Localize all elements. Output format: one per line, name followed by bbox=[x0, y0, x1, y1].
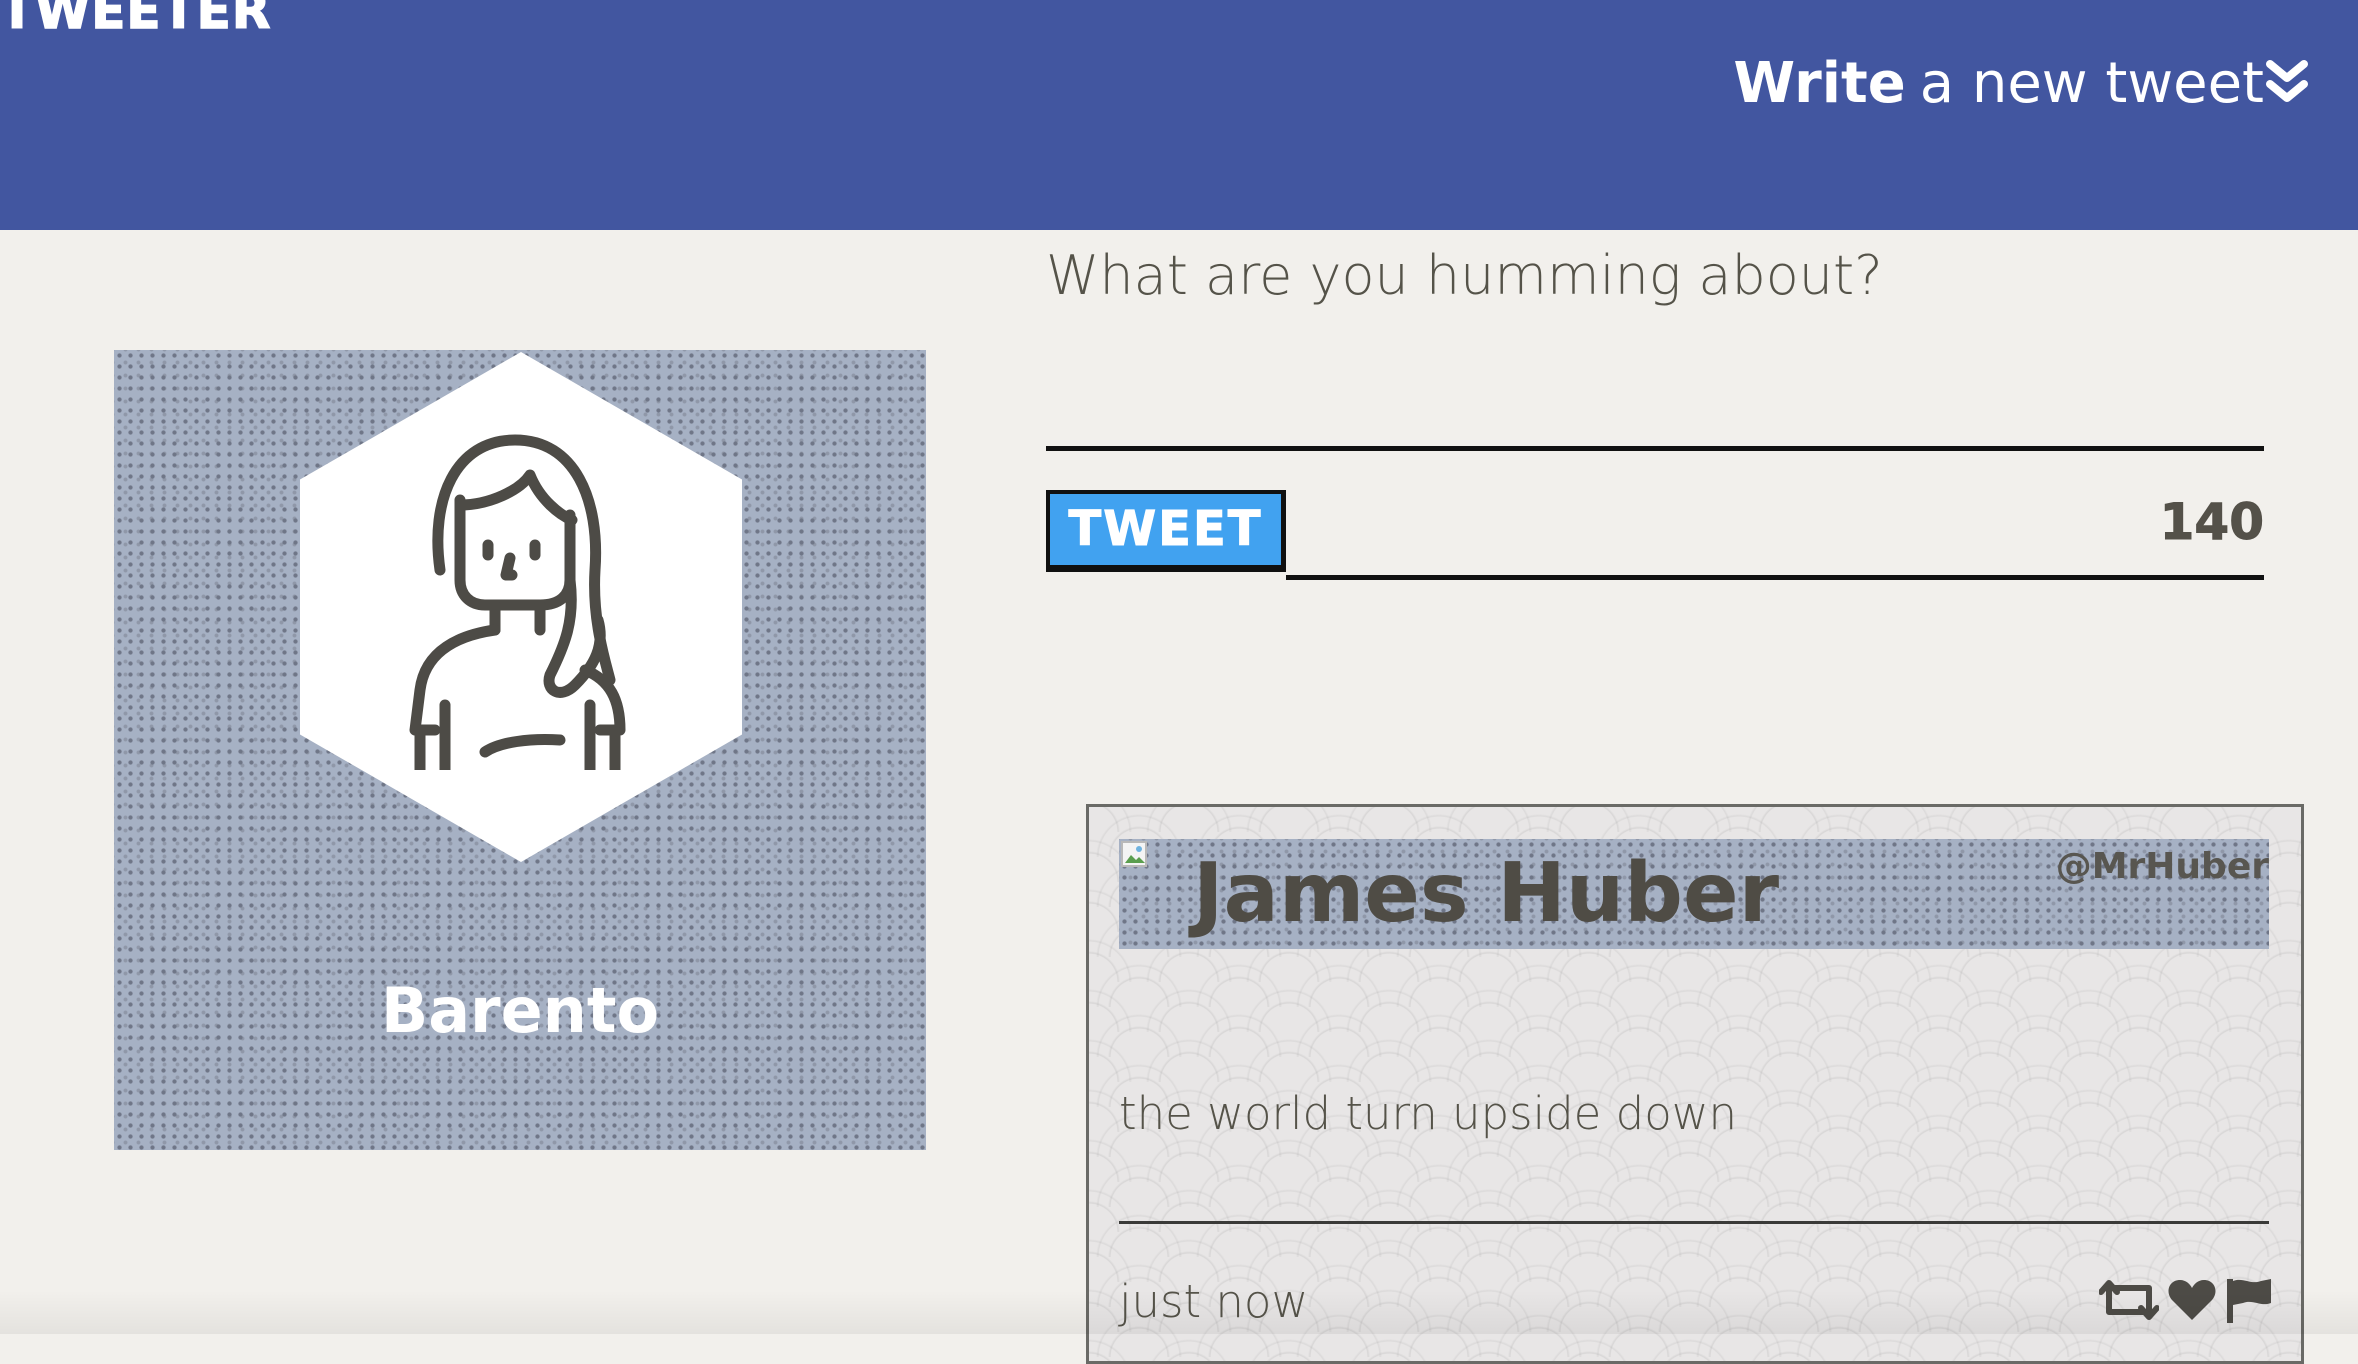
compose-divider-top bbox=[1046, 446, 2264, 451]
tweet-card: James Huber @MrHuber the world turn upsi… bbox=[1086, 804, 2304, 1364]
compose-toggle-strong-label: Write bbox=[1733, 51, 1906, 116]
tweet-author-handle: @MrHuber bbox=[2055, 846, 2269, 887]
tweet-header: James Huber @MrHuber bbox=[1119, 839, 2269, 949]
character-counter: 140 bbox=[2159, 493, 2264, 552]
broken-image-icon bbox=[1121, 841, 1151, 871]
avatar bbox=[300, 352, 742, 862]
tweet-input[interactable]: What are you humming about? bbox=[1046, 244, 1883, 309]
tweet-author-name: James Huber bbox=[1193, 846, 1780, 941]
top-nav: TWEETER Write a new tweet bbox=[0, 0, 2358, 230]
tweet-text: the world turn upside down bbox=[1119, 1087, 1738, 1140]
profile-name: Barento bbox=[380, 974, 660, 1047]
retweet-icon[interactable] bbox=[2099, 1278, 2159, 1322]
write-new-tweet-toggle[interactable]: Write a new tweet bbox=[1733, 56, 2308, 112]
tweet-divider bbox=[1119, 1221, 2269, 1224]
compose-toggle-light-label: a new tweet bbox=[1919, 51, 2264, 116]
double-chevron-down-icon bbox=[2266, 58, 2308, 110]
tweet-timestamp: just now bbox=[1119, 1275, 1309, 1328]
compose-divider-bottom bbox=[1286, 575, 2264, 580]
profile-card: Barento bbox=[114, 350, 926, 1150]
woman-avatar-icon bbox=[409, 434, 626, 770]
flag-icon[interactable] bbox=[2225, 1277, 2273, 1323]
brand-logo[interactable]: TWEETER bbox=[0, 0, 271, 37]
tweet-button[interactable]: TWEET bbox=[1046, 490, 1286, 572]
heart-icon[interactable] bbox=[2167, 1278, 2217, 1322]
tweet-actions bbox=[2099, 1277, 2273, 1323]
